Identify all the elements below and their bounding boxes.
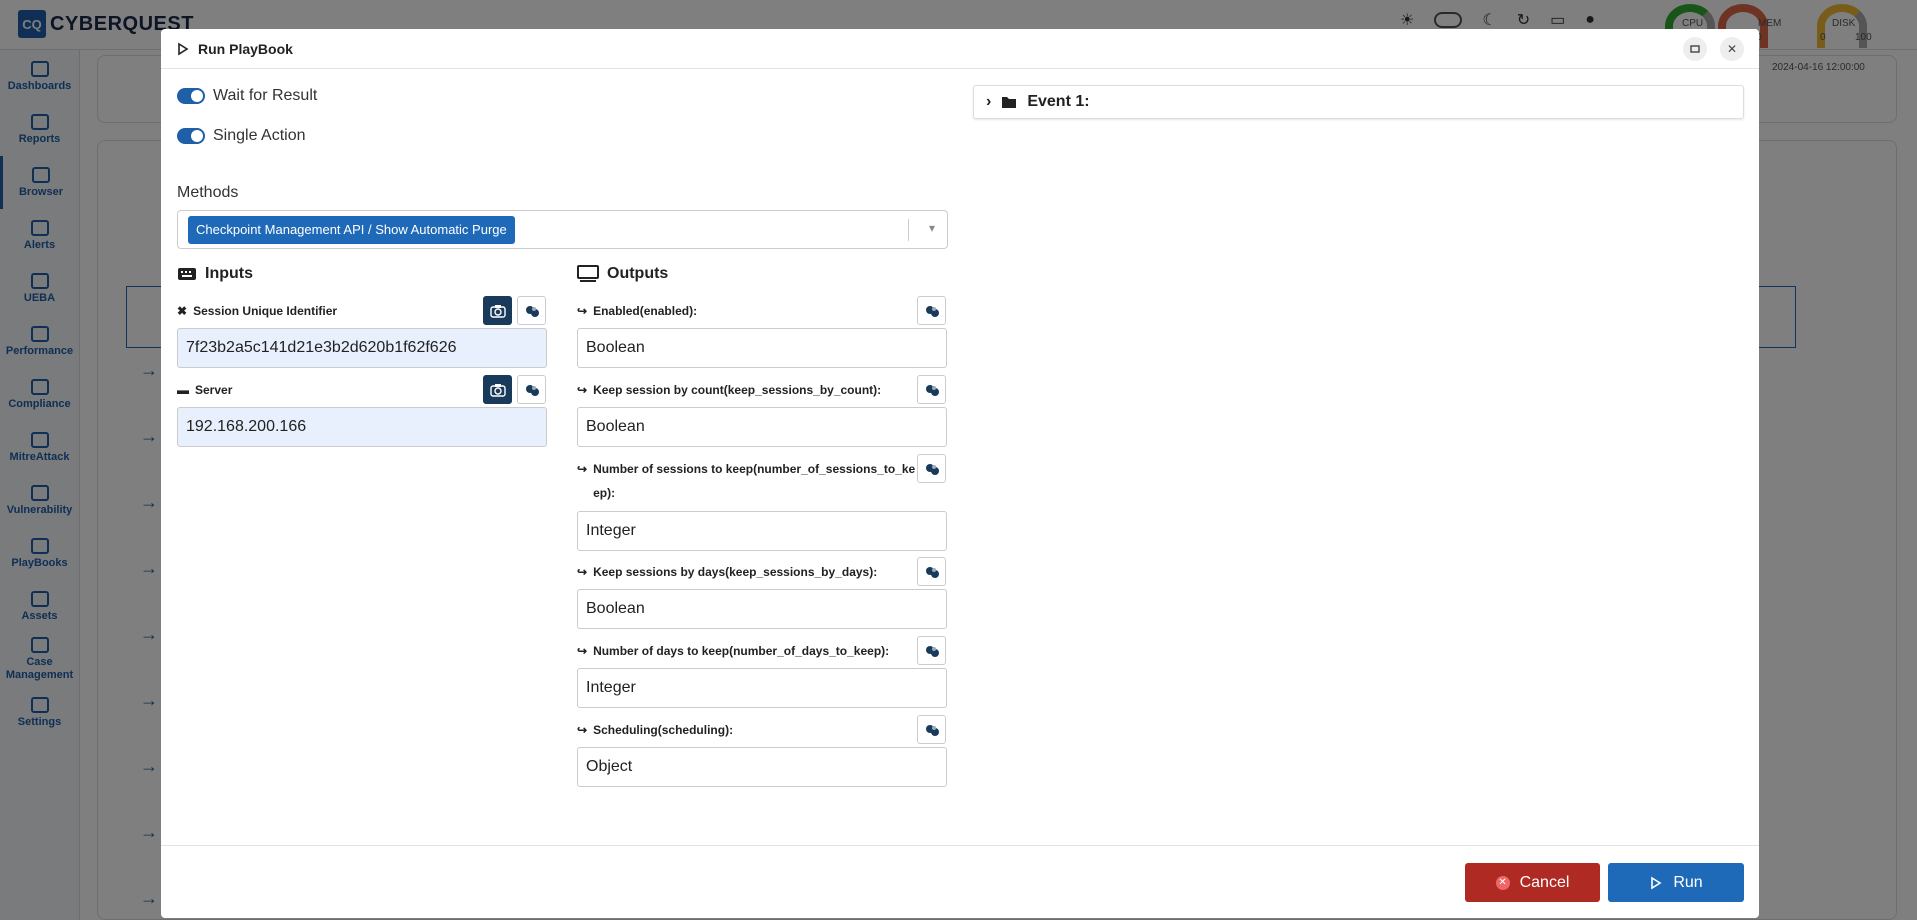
server-label: Server: [195, 383, 233, 397]
output-type-input[interactable]: Integer: [577, 511, 947, 551]
toggle-switch[interactable]: [177, 128, 205, 144]
variable-button[interactable]: [517, 375, 546, 404]
inputs-heading: Inputs: [177, 265, 253, 283]
output-type-input[interactable]: Integer: [577, 668, 947, 708]
variable-icon: [925, 724, 939, 736]
maximize-icon: [1690, 45, 1700, 53]
folder-icon: [1002, 97, 1017, 108]
inputs-heading-label: Inputs: [205, 265, 253, 282]
output-label-text: Enabled(enabled):: [593, 304, 698, 318]
modal-header: Run PlayBook ✕: [161, 29, 1759, 69]
input-field-label: ▬ Server: [177, 378, 232, 402]
method-chip[interactable]: Checkpoint Management API / Show Automat…: [188, 216, 515, 244]
modal-title: Run PlayBook: [198, 40, 293, 57]
output-field-label: ↪ Scheduling(scheduling):: [577, 718, 917, 742]
event-label: Event 1:: [1027, 93, 1090, 110]
variable-button[interactable]: [517, 296, 546, 325]
output-field-label: ↪ Enabled(enabled):: [577, 299, 917, 323]
keyboard-icon: [178, 268, 196, 280]
wait-for-result-label: Wait for Result: [213, 87, 318, 104]
output-type-input[interactable]: Object: [577, 747, 947, 787]
session-id-input[interactable]: 7f23b2a5c141d21e3b2d620b1f62f626: [177, 328, 547, 368]
run-playbook-modal: Run PlayBook ✕ Wait for Result Single Ac…: [161, 29, 1759, 918]
link-icon: ↪: [577, 383, 588, 397]
output-type-input[interactable]: Boolean: [577, 328, 947, 368]
camera-icon: [489, 304, 506, 318]
play-icon: [178, 42, 189, 55]
outputs-heading: Outputs: [577, 265, 668, 283]
output-label-text: Keep sessions by days(keep_sessions_by_d…: [593, 565, 878, 579]
methods-select[interactable]: Checkpoint Management API / Show Automat…: [177, 210, 948, 249]
variable-icon: [925, 463, 939, 475]
single-action-label: Single Action: [213, 127, 306, 144]
snapshot-button[interactable]: [483, 375, 512, 404]
modal-footer-divider: [161, 845, 1759, 846]
wait-for-result-toggle[interactable]: Wait for Result: [177, 87, 317, 105]
play-icon: [1651, 876, 1662, 889]
variable-icon: [925, 566, 939, 578]
cancel-label: Cancel: [1519, 873, 1570, 891]
output-type-input[interactable]: Boolean: [577, 589, 947, 629]
variable-icon: [925, 305, 939, 317]
variable-button[interactable]: [917, 454, 946, 483]
outputs-heading-label: Outputs: [607, 265, 669, 282]
output-label-text: Number of days to keep(number_of_days_to…: [593, 644, 890, 658]
close-icon: ✕: [1726, 42, 1738, 56]
variable-icon: [525, 384, 539, 396]
maximize-button[interactable]: [1683, 37, 1707, 61]
event-accordion[interactable]: › Event 1:: [973, 85, 1744, 119]
variable-button[interactable]: [917, 296, 946, 325]
run-button[interactable]: Run: [1608, 863, 1744, 902]
cancel-icon: ✕: [1495, 875, 1510, 890]
variable-icon: [925, 384, 939, 396]
server-icon: ▬: [177, 383, 189, 397]
close-button[interactable]: ✕: [1720, 37, 1744, 61]
input-field-label: ✖ Session Unique Identifier: [177, 299, 337, 323]
output-label-text: Scheduling(scheduling):: [593, 723, 734, 737]
link-icon: ↪: [577, 462, 588, 476]
variable-button[interactable]: [917, 636, 946, 665]
output-field-label: ↪ Keep sessions by days(keep_sessions_by_…: [577, 560, 917, 584]
server-input[interactable]: 192.168.200.166: [177, 407, 547, 447]
variable-button[interactable]: [917, 557, 946, 586]
chevron-right-icon[interactable]: ›: [986, 93, 991, 111]
variable-icon: [925, 645, 939, 657]
toggle-switch[interactable]: [177, 88, 205, 104]
single-action-toggle[interactable]: Single Action: [177, 127, 306, 145]
output-field-label: ↪ Number of sessions to keep(number_of_se…: [577, 457, 917, 505]
tools-icon: ✖: [177, 304, 188, 318]
run-label: Run: [1673, 873, 1703, 891]
output-field-label: ↪ Keep session by count(keep_sessions_by_…: [577, 378, 917, 402]
variable-button[interactable]: [917, 715, 946, 744]
cancel-button[interactable]: ✕ Cancel: [1465, 863, 1600, 902]
variable-button[interactable]: [917, 375, 946, 404]
variable-icon: [525, 305, 539, 317]
link-icon: ↪: [577, 565, 588, 579]
session-id-label: Session Unique Identifier: [193, 304, 338, 318]
select-divider: [908, 219, 909, 241]
chevron-down-icon[interactable]: ▾: [929, 221, 935, 235]
methods-label: Methods: [177, 184, 239, 201]
output-type-input[interactable]: Boolean: [577, 407, 947, 447]
snapshot-button[interactable]: [483, 296, 512, 325]
output-field-label: ↪ Number of days to keep(number_of_days_t…: [577, 639, 917, 663]
camera-icon: [489, 383, 506, 397]
output-label-text: Number of sessions to keep(number_of_ses…: [593, 462, 916, 500]
monitor-icon: [577, 265, 599, 282]
link-icon: ↪: [577, 723, 588, 737]
link-icon: ↪: [577, 304, 588, 318]
output-label-text: Keep session by count(keep_sessions_by_c…: [593, 383, 882, 397]
link-icon: ↪: [577, 644, 588, 658]
